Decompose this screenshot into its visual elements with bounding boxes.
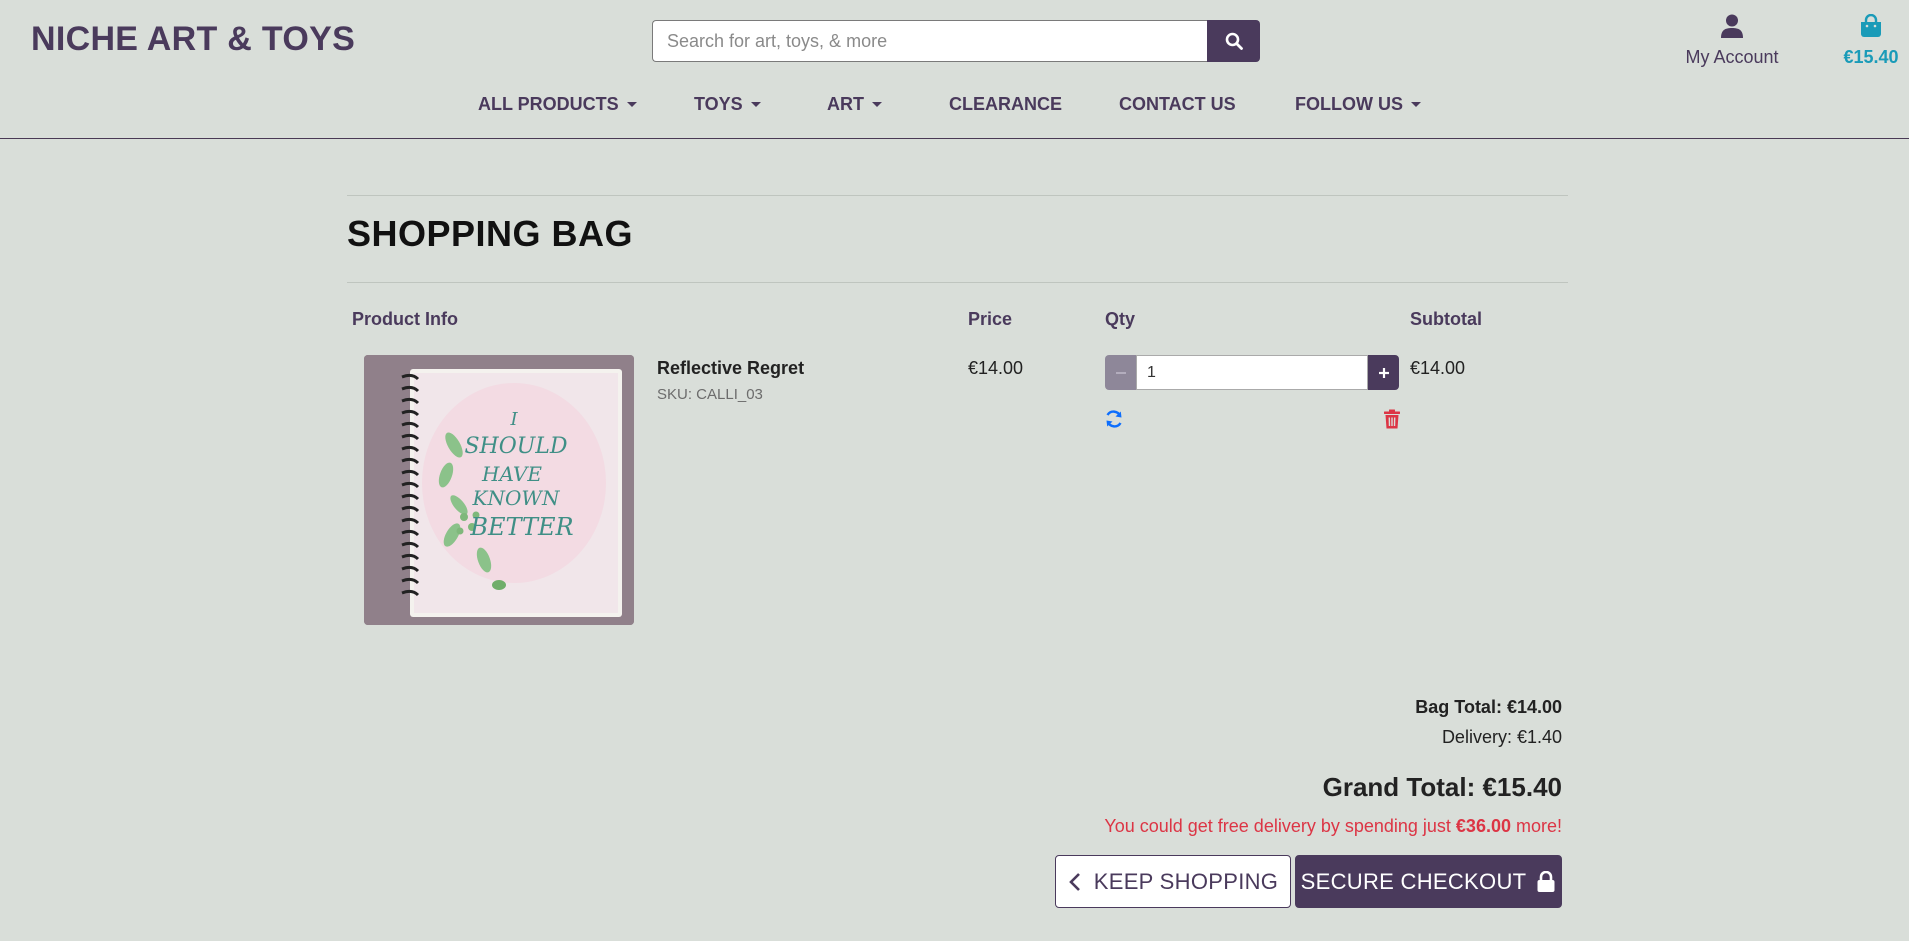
free-delivery-suffix: more! (1510, 816, 1562, 836)
site-header: NICHE ART & TOYS My Account €15.40 ALL P… (0, 0, 1909, 139)
nav-contact-us[interactable]: CONTACT US (1119, 94, 1236, 115)
nav-all-products[interactable]: ALL PRODUCTS (478, 94, 637, 115)
bag-total: Bag Total: €14.00 (1415, 697, 1562, 717)
caret-down-icon (626, 102, 637, 107)
divider (347, 195, 1568, 196)
plus-icon (1378, 367, 1389, 378)
user-icon (1721, 14, 1743, 38)
quantity-stepper (1105, 355, 1399, 390)
keep-shopping-label: KEEP SHOPPING (1093, 868, 1279, 894)
search-icon (1225, 32, 1243, 50)
nav-toys-label: TOYS (694, 94, 743, 114)
search-input[interactable] (652, 20, 1207, 62)
product-image-text: HAVE (481, 462, 542, 486)
my-account-link[interactable]: My Account (1682, 14, 1782, 68)
site-logo[interactable]: NICHE ART & TOYS (31, 20, 355, 59)
free-delivery-prefix: You could get free delivery by spending … (1104, 816, 1456, 836)
nav-follow-us-label: FOLLOW US (1295, 94, 1403, 114)
product-price: €14.00 (968, 358, 1024, 378)
caret-down-icon (1410, 102, 1421, 107)
product-image[interactable]: I SHOULD HAVE KNOWN BETTER (364, 355, 634, 625)
update-icon[interactable] (1104, 409, 1124, 429)
product-name[interactable]: Reflective Regret (657, 358, 804, 379)
free-delivery-message: You could get free delivery by spending … (1104, 816, 1562, 837)
secure-checkout-button[interactable]: SECURE CHECKOUT (1295, 855, 1562, 908)
lock-icon (1537, 870, 1555, 892)
nav-follow-us[interactable]: FOLLOW US (1295, 94, 1421, 115)
my-account-label: My Account (1685, 47, 1779, 67)
nav-all-products-label: ALL PRODUCTS (478, 94, 619, 114)
bag-total-amount: €15.40 (1843, 47, 1899, 67)
quantity-input[interactable] (1136, 355, 1368, 390)
increment-qty-button[interactable] (1368, 355, 1399, 390)
nav-clearance[interactable]: CLEARANCE (949, 94, 1062, 115)
shopping-bag-link[interactable]: €15.40 (1826, 13, 1909, 68)
free-delivery-amount: €36.00 (1455, 816, 1511, 836)
nav-contact-us-label: CONTACT US (1119, 94, 1236, 114)
keep-shopping-button[interactable]: KEEP SHOPPING (1055, 855, 1291, 908)
secure-checkout-label: SECURE CHECKOUT (1300, 868, 1527, 894)
chevron-left-icon (1068, 872, 1080, 891)
caret-down-icon (750, 102, 761, 107)
column-header-price: Price (968, 309, 1013, 329)
shopping-bag-icon (1861, 13, 1881, 37)
product-image-text: I (509, 409, 518, 430)
product-image-text: KNOWN (472, 486, 561, 510)
divider (347, 282, 1568, 283)
product-sku: SKU: CALLI_03 (657, 386, 763, 403)
column-header-product-info: Product Info (352, 309, 458, 329)
decrement-qty-button[interactable] (1105, 355, 1136, 390)
delivery-cost: Delivery: €1.40 (1441, 727, 1562, 747)
column-header-subtotal: Subtotal (1410, 309, 1482, 329)
main-nav: ALL PRODUCTS TOYS ART CLEARANCE CONTACT … (0, 94, 1909, 120)
nav-clearance-label: CLEARANCE (949, 94, 1063, 114)
grand-total: Grand Total: €15.40 (1322, 772, 1562, 802)
page-title: SHOPPING BAG (347, 213, 634, 254)
product-subtotal: €14.00 (1410, 358, 1466, 378)
nav-art-label: ART (827, 94, 864, 114)
caret-down-icon (872, 102, 882, 107)
trash-icon[interactable] (1383, 409, 1401, 429)
product-image-text: SHOULD (464, 434, 567, 459)
search-button[interactable] (1207, 20, 1260, 62)
column-header-qty: Qty (1105, 309, 1136, 329)
nav-toys[interactable]: TOYS (694, 94, 761, 115)
search-bar (652, 20, 1260, 62)
minus-icon (1115, 371, 1126, 374)
nav-art[interactable]: ART (827, 94, 882, 115)
product-image-text: BETTER (469, 513, 573, 541)
